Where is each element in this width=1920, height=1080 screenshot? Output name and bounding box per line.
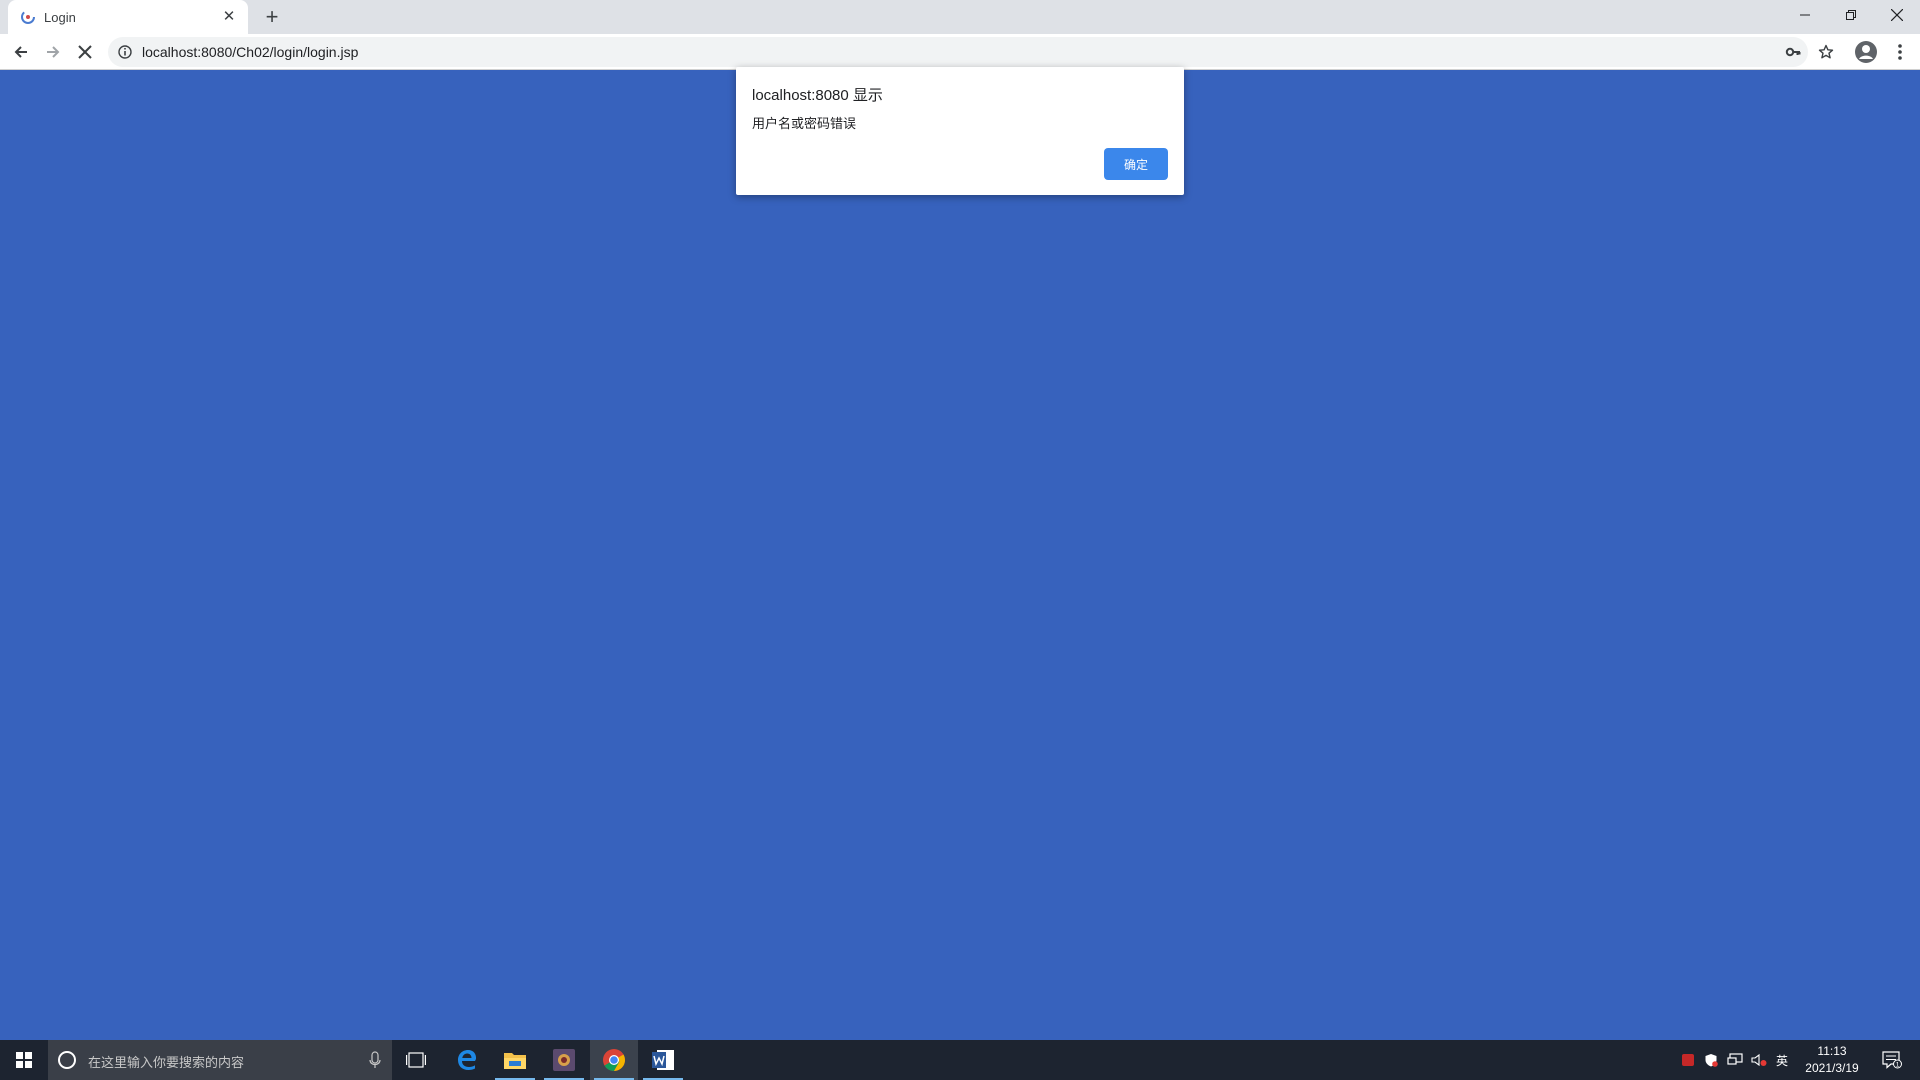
stop-loading-icon: [78, 45, 92, 59]
file-explorer-icon: [504, 1053, 526, 1069]
tab-strip: Login ✕ +: [0, 0, 1920, 34]
back-icon: [14, 46, 27, 58]
tray-volume-button[interactable]: [1750, 1040, 1768, 1080]
chrome-button[interactable]: [590, 1040, 638, 1080]
taskbar: 在这里输入你要搜索的内容 英 11:13 2021/3/19 1: [0, 1040, 1920, 1080]
ok-button[interactable]: 确定: [1104, 148, 1168, 180]
volume-muted-icon: [1751, 1053, 1767, 1067]
alert-dialog: localhost:8080 显示 用户名或密码错误 确定: [736, 67, 1184, 195]
menu-icon[interactable]: [1890, 40, 1910, 64]
password-key-button[interactable]: [1784, 43, 1802, 61]
browser-toolbar: localhost:8080/Ch02/login/login.jsp: [0, 34, 1920, 70]
tray-app-button[interactable]: [1679, 1040, 1697, 1080]
close-tab-icon[interactable]: ✕: [220, 8, 238, 26]
action-center-button[interactable]: 1: [1872, 1040, 1912, 1080]
edge-button[interactable]: [443, 1040, 491, 1080]
forward-icon: [47, 46, 60, 58]
cortana-icon: [58, 1051, 76, 1069]
ime-indicator[interactable]: 英: [1772, 1040, 1792, 1080]
address-bar[interactable]: localhost:8080/Ch02/login/login.jsp: [108, 37, 1808, 67]
chrome-icon: [603, 1049, 625, 1071]
profile-icon[interactable]: [1854, 40, 1878, 64]
dialog-message: 用户名或密码错误: [752, 116, 857, 131]
tab-title: Login: [44, 10, 76, 25]
forward-button[interactable]: [41, 40, 65, 64]
word-button[interactable]: [639, 1040, 687, 1080]
microphone-icon[interactable]: [368, 1050, 382, 1070]
bookmark-button[interactable]: [1817, 43, 1835, 61]
restore-icon: [1846, 10, 1856, 20]
network-icon: [1727, 1053, 1743, 1065]
word-icon: [652, 1050, 674, 1070]
minimize-icon: [1800, 14, 1810, 16]
task-view-icon: [406, 1052, 426, 1068]
star-icon: [1818, 44, 1834, 59]
url-text[interactable]: localhost:8080/Ch02/login/login.jsp: [142, 44, 358, 60]
page-content: [0, 71, 1920, 1040]
dialog-title: localhost:8080 显示: [752, 87, 883, 104]
tray-security-button[interactable]: [1702, 1040, 1720, 1080]
edge-icon: [458, 1050, 477, 1070]
app-button[interactable]: [540, 1040, 588, 1080]
new-tab-button[interactable]: +: [260, 6, 284, 30]
windows-logo-icon: [16, 1052, 32, 1068]
app-icon: [553, 1049, 575, 1071]
shield-icon: [1705, 1054, 1718, 1067]
browser-tab[interactable]: Login ✕: [8, 0, 248, 34]
clock[interactable]: 11:13 2021/3/19: [1796, 1043, 1868, 1077]
notification-icon: 1: [1882, 1051, 1902, 1069]
close-icon: [1891, 9, 1903, 21]
info-icon[interactable]: [118, 45, 132, 59]
start-button[interactable]: [0, 1040, 48, 1080]
restore-button[interactable]: [1828, 0, 1874, 30]
back-button[interactable]: [9, 40, 33, 64]
page-favicon-icon: [21, 10, 35, 24]
close-window-button[interactable]: [1874, 0, 1920, 30]
clock-date: 2021/3/19: [1805, 1061, 1859, 1075]
minimize-button[interactable]: [1782, 0, 1828, 30]
clock-time: 11:13: [1817, 1044, 1847, 1058]
search-placeholder: 在这里输入你要搜索的内容: [88, 1055, 245, 1070]
notification-count: 1: [1896, 1062, 1900, 1069]
tray-network-button[interactable]: [1726, 1040, 1744, 1080]
tray-app-icon: [1682, 1054, 1694, 1066]
key-icon: [1785, 47, 1801, 57]
taskbar-search-box[interactable]: 在这里输入你要搜索的内容: [48, 1040, 392, 1080]
file-explorer-button[interactable]: [491, 1040, 539, 1080]
task-view-button[interactable]: [392, 1040, 440, 1080]
stop-loading-button[interactable]: [73, 40, 97, 64]
